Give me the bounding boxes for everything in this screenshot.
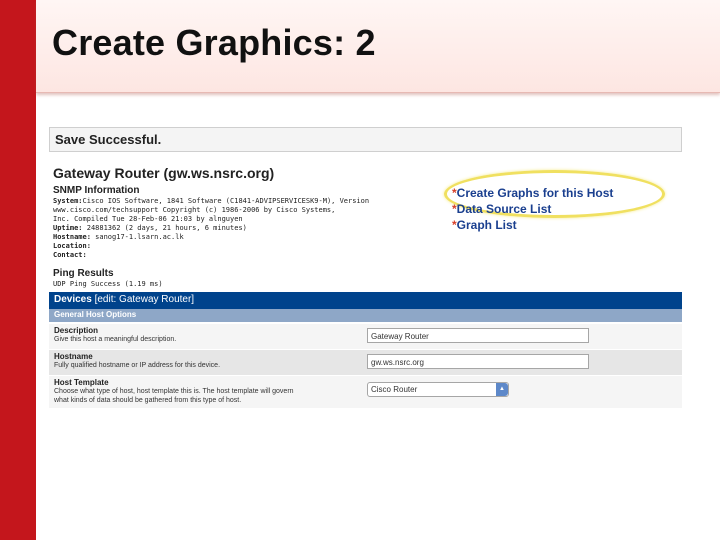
host-action-links: *Create Graphs for this Host *Data Sourc… <box>452 186 613 234</box>
host-template-help-2: what kinds of data should be gathered fr… <box>54 397 242 404</box>
data-source-list-link[interactable]: *Data Source List <box>452 202 613 218</box>
slide-accent-bar <box>0 0 36 540</box>
hostname-row: Hostname Fully qualified hostname or IP … <box>49 349 682 376</box>
host-template-help-1: Choose what type of host, host template … <box>54 388 294 395</box>
host-title: Gateway Router (gw.ws.nsrc.org) <box>53 165 275 181</box>
cacti-screenshot: Save Successful. Gateway Router (gw.ws.n… <box>49 124 682 416</box>
create-graphs-link[interactable]: *Create Graphs for this Host <box>452 186 613 202</box>
hostname-help: Fully qualified hostname or IP address f… <box>54 362 221 369</box>
general-host-options-header: General Host Options <box>49 309 682 322</box>
ping-heading: Ping Results <box>53 268 114 279</box>
save-status-text: Save Successful. <box>55 132 162 147</box>
devices-edit-label: [edit: Gateway Router] <box>94 294 195 305</box>
description-label: Description <box>54 326 99 335</box>
hostname-label: Hostname <box>54 352 93 361</box>
dropdown-arrow-icon: ▲ <box>496 383 508 396</box>
snmp-contact: Contact: <box>53 251 87 259</box>
description-help: Give this host a meaningful description. <box>54 336 177 343</box>
host-template-select[interactable]: Cisco Router ▲ <box>367 382 509 397</box>
slide-title: Create Graphics: 2 <box>52 22 376 63</box>
host-template-row: Host Template Choose what type of host, … <box>49 375 682 408</box>
hostname-input[interactable]: gw.ws.nsrc.org <box>367 354 589 369</box>
host-template-selected: Cisco Router <box>371 385 418 394</box>
graph-list-link[interactable]: *Graph List <box>452 218 613 234</box>
snmp-heading: SNMP Information <box>53 185 140 196</box>
ping-result: UDP Ping Success (1.19 ms) <box>53 280 163 288</box>
description-input[interactable]: Gateway Router <box>367 328 589 343</box>
description-row: Description Give this host a meaningful … <box>49 323 682 350</box>
general-host-options-label: General Host Options <box>54 310 137 319</box>
host-template-label: Host Template <box>54 378 109 387</box>
devices-label: Devices <box>54 294 92 305</box>
save-status-box: Save Successful. <box>49 127 682 152</box>
devices-header: Devices [edit: Gateway Router] <box>49 292 682 309</box>
